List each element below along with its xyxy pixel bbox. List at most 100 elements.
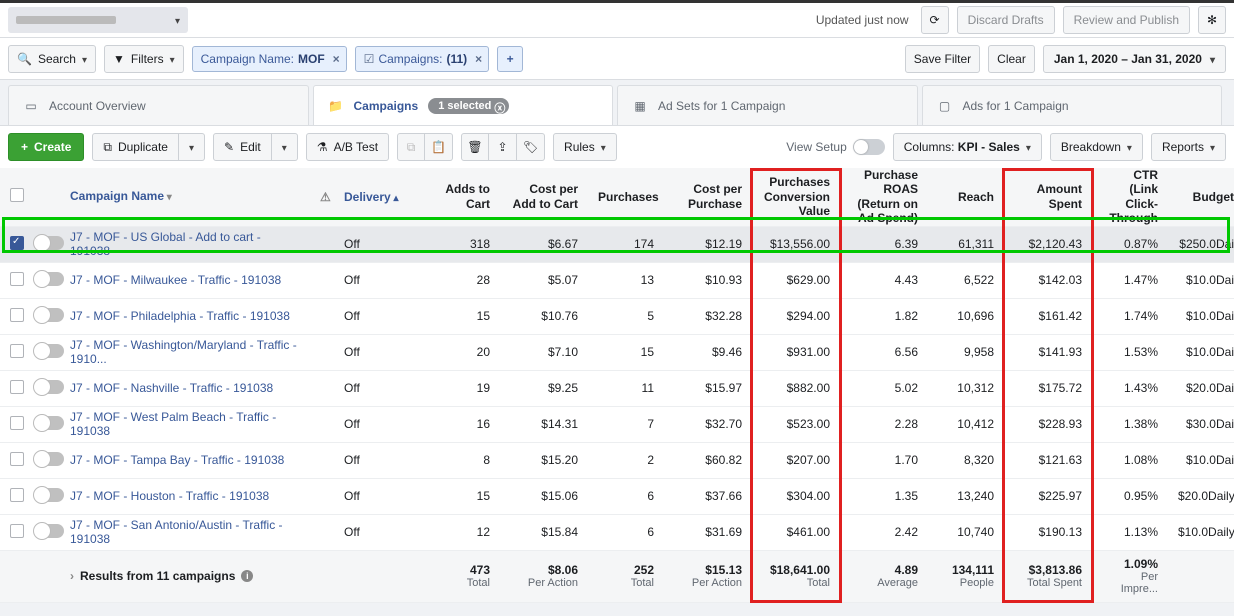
campaign-link[interactable]: J7 - MOF - Washington/Maryland - Traffic… — [70, 338, 297, 366]
row-toggle[interactable] — [34, 380, 64, 394]
header-row: Campaign Name Delivery Adds to Cart Cost… — [0, 168, 1234, 226]
table-row[interactable]: J7 - MOF - Milwaukee - Traffic - 191038O… — [0, 262, 1234, 298]
filter-chip-campaigns[interactable]: ☑ Campaigns: (11) × — [355, 46, 490, 72]
settings-button[interactable]: ✻ — [1198, 6, 1226, 34]
row-checkbox[interactable] — [10, 416, 24, 430]
row-toggle[interactable] — [34, 272, 64, 286]
chip-remove[interactable]: × — [333, 52, 340, 66]
tab-label: Campaigns — [354, 99, 419, 113]
col-header-select[interactable] — [0, 168, 24, 226]
columns-button[interactable]: Columns: KPI - Sales — [893, 133, 1042, 161]
col-header-reach[interactable]: Reach — [928, 168, 1004, 226]
clear-selection[interactable]: ⓧ — [494, 100, 505, 116]
cell-ctr: 0.87% — [1092, 226, 1168, 262]
tab-campaigns[interactable]: 📁 Campaigns 1 selected ⓧ — [313, 85, 614, 125]
row-checkbox[interactable] — [10, 452, 24, 466]
cell-cpp: $32.70 — [664, 406, 752, 442]
edit-button[interactable]: ✎ Edit — [213, 133, 272, 161]
col-header-ctr[interactable]: CTR (Link Click-Through — [1092, 168, 1168, 226]
tab-ads[interactable]: ▢ Ads for 1 Campaign — [922, 85, 1223, 125]
tab-adsets[interactable]: ▦ Ad Sets for 1 Campaign — [617, 85, 918, 125]
filter-chip-campaign-name[interactable]: Campaign Name: MOF × — [192, 46, 347, 72]
account-selector[interactable] — [8, 7, 188, 33]
row-toggle[interactable] — [34, 416, 64, 430]
delete-button[interactable]: 🗑 — [461, 133, 489, 161]
table-row[interactable]: J7 - MOF - Tampa Bay - Traffic - 191038O… — [0, 442, 1234, 478]
filters-button[interactable]: ▼ Filters — [104, 45, 184, 73]
col-header-cpa-cart[interactable]: Cost per Add to Cart — [500, 168, 588, 226]
col-header-spent[interactable]: Amount Spent — [1004, 168, 1092, 226]
col-header-adds[interactable]: Adds to Cart — [424, 168, 500, 226]
table-row[interactable]: J7 - MOF - Houston - Traffic - 191038Off… — [0, 478, 1234, 514]
caret-down-icon — [189, 140, 194, 154]
cell-adds: 16 — [424, 406, 500, 442]
rules-button[interactable]: Rules — [553, 133, 617, 161]
duplicate-dropdown[interactable] — [179, 133, 205, 161]
table-row[interactable]: J7 - MOF - West Palm Beach - Traffic - 1… — [0, 406, 1234, 442]
ab-test-button[interactable]: ⚗ A/B Test — [306, 133, 389, 161]
row-toggle[interactable] — [34, 452, 64, 466]
breakdown-label: Breakdown — [1061, 140, 1121, 154]
table-row[interactable]: J7 - MOF - San Antonio/Austin - Traffic … — [0, 514, 1234, 550]
campaign-link[interactable]: J7 - MOF - Philadelphia - Traffic - 1910… — [70, 309, 290, 323]
create-button[interactable]: + Create — [8, 133, 84, 161]
date-range-button[interactable]: Jan 1, 2020 – Jan 31, 2020 — [1043, 45, 1226, 73]
row-checkbox[interactable] — [10, 272, 24, 286]
search-button[interactable]: 🔍 Search — [8, 45, 96, 73]
breakdown-button[interactable]: Breakdown — [1050, 133, 1143, 161]
row-toggle[interactable] — [34, 236, 64, 250]
campaign-link[interactable]: J7 - MOF - San Antonio/Austin - Traffic … — [70, 518, 283, 546]
campaign-link[interactable]: J7 - MOF - West Palm Beach - Traffic - 1… — [70, 410, 276, 438]
export-icon: ⇪ — [498, 140, 508, 154]
table-row[interactable]: J7 - MOF - Nashville - Traffic - 191038O… — [0, 370, 1234, 406]
row-toggle[interactable] — [34, 488, 64, 502]
row-checkbox[interactable] — [10, 380, 24, 394]
chip-remove[interactable]: × — [475, 52, 482, 66]
col-header-delivery[interactable]: Delivery — [334, 168, 424, 226]
col-header-budget[interactable]: Budget — [1168, 168, 1234, 226]
cell-cpp: $15.97 — [664, 370, 752, 406]
caret-down-icon — [1026, 140, 1031, 154]
campaign-link[interactable]: J7 - MOF - Milwaukee - Traffic - 191038 — [70, 273, 281, 287]
refresh-button[interactable]: ⟳ — [921, 6, 949, 34]
row-checkbox[interactable] — [10, 236, 24, 250]
cell-pcv: $294.00 — [752, 298, 840, 334]
tab-account-overview[interactable]: ▭ Account Overview — [8, 85, 309, 125]
campaign-link[interactable]: J7 - MOF - Nashville - Traffic - 191038 — [70, 381, 273, 395]
review-publish-button[interactable]: Review and Publish — [1063, 6, 1190, 34]
clear-filter-button[interactable]: Clear — [988, 45, 1035, 73]
col-header-cpp[interactable]: Cost per Purchase — [664, 168, 752, 226]
col-header-pcv[interactable]: Purchases Conversion Value — [752, 168, 840, 226]
col-header-purchases[interactable]: Purchases — [588, 168, 664, 226]
tag-button[interactable]: 🏷 — [517, 133, 545, 161]
row-toggle[interactable] — [34, 344, 64, 358]
col-header-name[interactable]: Campaign Name — [60, 168, 310, 226]
export-button[interactable]: ⇪ — [489, 133, 517, 161]
row-checkbox[interactable] — [10, 344, 24, 358]
campaign-link[interactable]: J7 - MOF - Tampa Bay - Traffic - 191038 — [70, 453, 284, 467]
row-checkbox[interactable] — [10, 524, 24, 538]
table-row[interactable]: J7 - MOF - Washington/Maryland - Traffic… — [0, 334, 1234, 370]
table-row[interactable]: J7 - MOF - Philadelphia - Traffic - 1910… — [0, 298, 1234, 334]
campaign-link[interactable]: J7 - MOF - US Global - Add to cart - 191… — [70, 230, 261, 258]
col-header-roas[interactable]: Purchase ROAS (Return on Ad Spend) — [840, 168, 928, 226]
reports-button[interactable]: Reports — [1151, 133, 1226, 161]
duplicate-button[interactable]: ⧉ Duplicate — [92, 133, 179, 161]
campaign-link[interactable]: J7 - MOF - Houston - Traffic - 191038 — [70, 489, 269, 503]
row-toggle[interactable] — [34, 524, 64, 538]
info-icon[interactable]: i — [241, 570, 253, 582]
filter-bar: 🔍 Search ▼ Filters Campaign Name: MOF × … — [0, 38, 1234, 80]
row-checkbox[interactable] — [10, 488, 24, 502]
row-toggle[interactable] — [34, 308, 64, 322]
caret-down-icon — [1127, 140, 1132, 154]
save-filter-button[interactable]: Save Filter — [905, 45, 980, 73]
add-filter-button[interactable]: + — [497, 46, 523, 72]
table-row[interactable]: J7 - MOF - US Global - Add to cart - 191… — [0, 226, 1234, 262]
row-checkbox[interactable] — [10, 308, 24, 322]
edit-dropdown[interactable] — [272, 133, 298, 161]
copy-button[interactable]: ⧉ — [397, 133, 425, 161]
chevron-right-icon[interactable]: › — [70, 569, 74, 583]
view-setup-toggle[interactable]: View Setup — [786, 139, 885, 155]
discard-drafts-button[interactable]: Discard Drafts — [957, 6, 1055, 34]
paste-button[interactable]: 📋 — [425, 133, 453, 161]
